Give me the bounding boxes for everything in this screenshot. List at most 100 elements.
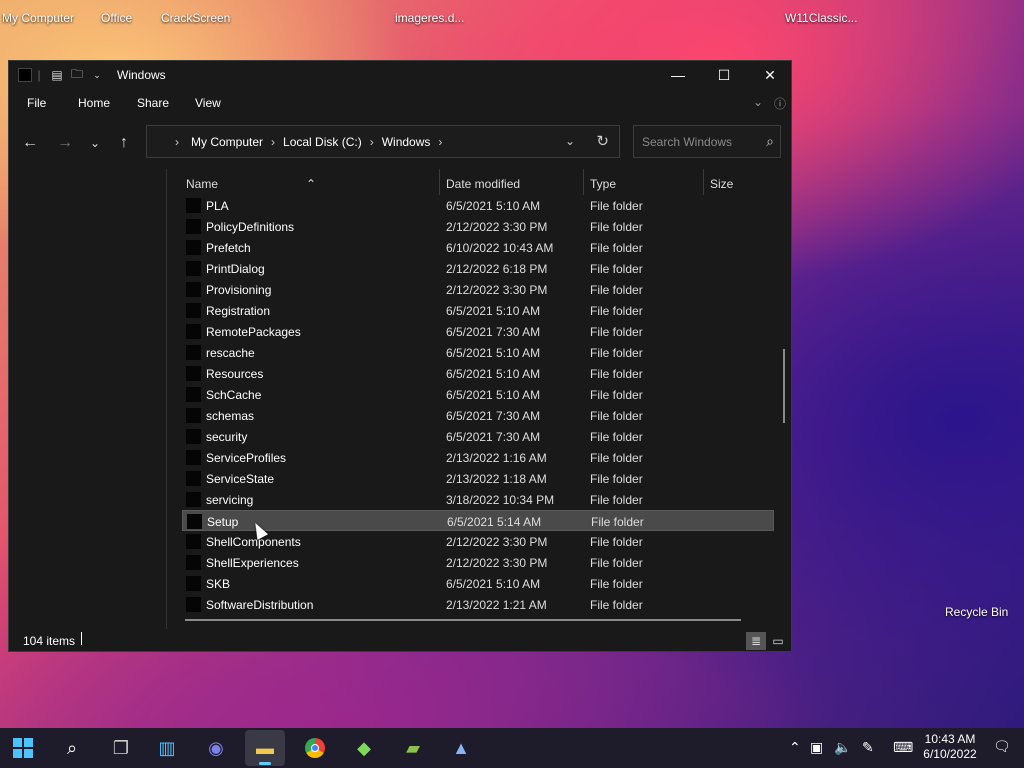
file-explorer-icon[interactable]: ▬	[245, 730, 285, 766]
minimize-button[interactable]: —	[655, 61, 701, 89]
file-type: File folder	[590, 577, 643, 591]
app-icon[interactable]: ▲	[441, 730, 481, 766]
file-date-modified: 2/12/2022 3:30 PM	[446, 556, 548, 570]
help-icon[interactable]: ⓘ	[774, 95, 786, 112]
search-icon[interactable]: ⌕	[766, 133, 774, 150]
status-divider	[81, 632, 82, 645]
system-clock[interactable]: 10:43 AM 6/10/2022	[914, 732, 986, 762]
table-row[interactable]: PolicyDefinitions 2/12/2022 3:30 PM File f…	[182, 216, 774, 237]
column-size[interactable]: Size	[710, 177, 733, 191]
folder-icon	[186, 576, 201, 591]
forward-icon[interactable]: →	[54, 132, 76, 154]
search-icon[interactable]: ⌕	[52, 730, 92, 766]
breadcrumb-my-computer[interactable]: My Computer	[191, 135, 263, 149]
breadcrumb-chevron-icon[interactable]: ›	[271, 135, 275, 149]
chat-icon[interactable]: ◉	[196, 730, 236, 766]
table-row[interactable]: Provisioning 2/12/2022 3:30 PM File folder	[182, 279, 774, 300]
column-divider[interactable]	[583, 169, 584, 195]
table-row[interactable]: schemas 6/5/2021 7:30 AM File folder	[182, 405, 774, 426]
file-name: PLA	[206, 199, 229, 213]
file-date-modified: 6/5/2021 5:10 AM	[446, 346, 541, 360]
desktop-icon-my-computer[interactable]: My Computer	[2, 11, 74, 25]
search-input[interactable]: Search Windows ⌕	[633, 125, 781, 158]
table-row[interactable]: PrintDialog 2/12/2022 6:18 PM File folder	[182, 258, 774, 279]
desktop-icon-crackscreen[interactable]: CrackScreen	[161, 11, 230, 25]
up-icon[interactable]: ↑	[113, 132, 135, 154]
column-name[interactable]: Name	[186, 177, 218, 191]
table-row[interactable]: ShellComponents 2/12/2022 3:30 PM File fol…	[182, 531, 774, 552]
menu-file[interactable]: File	[27, 96, 46, 110]
large-icons-view-icon[interactable]: ▭	[768, 632, 788, 650]
file-date-modified: 2/12/2022 3:30 PM	[446, 220, 548, 234]
table-row[interactable]: SKB 6/5/2021 5:10 AM File folder	[182, 573, 774, 594]
file-type: File folder	[590, 598, 643, 612]
file-name: schemas	[206, 409, 255, 423]
task-view-icon[interactable]: ❐	[101, 730, 141, 766]
table-row[interactable]: servicing 3/18/2022 10:34 PM File folder	[182, 489, 774, 510]
file-date-modified: 6/5/2021 5:10 AM	[446, 304, 541, 318]
desktop-icon-office[interactable]: Office	[101, 11, 132, 25]
window-title: Windows	[117, 68, 166, 82]
maximize-button[interactable]: ☐	[701, 61, 747, 89]
breadcrumb-windows[interactable]: Windows	[382, 135, 431, 149]
desktop-icon-imageres[interactable]: imageres.d...	[395, 11, 464, 25]
vertical-scrollbar[interactable]	[783, 349, 785, 423]
expand-ribbon-icon[interactable]: ⌄	[753, 95, 763, 109]
navigation-pane[interactable]	[9, 169, 167, 629]
table-row[interactable]: ServiceState 2/13/2022 1:18 AM File folder	[182, 468, 774, 489]
table-row[interactable]: SoftwareDistribution 2/13/2022 1:21 AM Fil…	[182, 594, 774, 615]
column-divider[interactable]	[439, 169, 440, 195]
chevron-up-icon[interactable]: ⌃	[789, 739, 801, 756]
table-row[interactable]: SchCache 6/5/2021 5:10 AM File folder	[182, 384, 774, 405]
file-name: ServiceState	[206, 472, 275, 486]
file-date-modified: 2/12/2022 3:30 PM	[446, 535, 548, 549]
table-row[interactable]: ShellExperiences 2/12/2022 3:30 PM File fo…	[182, 552, 774, 573]
new-folder-icon[interactable]: 🗀	[69, 67, 85, 83]
address-bar[interactable]: › My Computer › Local Disk (C:) › Window…	[146, 125, 620, 158]
breadcrumb-local-disk[interactable]: Local Disk (C:)	[283, 135, 362, 149]
horizontal-scrollbar[interactable]	[185, 619, 741, 621]
table-row[interactable]: RemotePackages 6/5/2021 7:30 AM File folde…	[182, 321, 774, 342]
keyboard-icon[interactable]: ⌨	[893, 739, 913, 756]
breadcrumb-root-chevron-icon[interactable]: ›	[175, 135, 179, 149]
desktop-icon-recycle-bin[interactable]: Recycle Bin	[945, 605, 1008, 619]
menu-view[interactable]: View	[195, 96, 221, 110]
file-date-modified: 6/5/2021 5:10 AM	[446, 388, 541, 402]
notepad-plus-icon[interactable]: ▰	[393, 730, 433, 766]
desktop-icon-w11classic[interactable]: W11Classic...	[785, 11, 857, 25]
address-dropdown-icon[interactable]: ⌄	[565, 134, 575, 148]
column-divider[interactable]	[703, 169, 704, 195]
file-explorer-window: | ▤ 🗀 ⌄ Windows — ☐ ✕ File Home Share Vi…	[8, 60, 792, 652]
volume-icon[interactable]: 🔈	[834, 739, 851, 756]
properties-icon[interactable]: ▤	[49, 67, 65, 83]
widgets-icon[interactable]: ▥	[147, 730, 187, 766]
column-type[interactable]: Type	[590, 177, 616, 191]
recent-locations-icon[interactable]: ⌄	[84, 132, 106, 154]
file-date-modified: 6/5/2021 7:30 AM	[446, 430, 541, 444]
details-view-icon[interactable]: ≣	[746, 632, 766, 650]
breadcrumb-chevron-icon[interactable]: ›	[370, 135, 374, 149]
refresh-icon[interactable]: ↻	[596, 132, 609, 150]
pen-icon[interactable]: ✎	[862, 739, 874, 756]
file-name: Resources	[206, 367, 264, 381]
chrome-icon[interactable]	[295, 730, 335, 766]
back-icon[interactable]: ←	[19, 132, 41, 154]
close-button[interactable]: ✕	[747, 61, 793, 89]
bluestacks-icon[interactable]: ◆	[344, 730, 384, 766]
menu-home[interactable]: Home	[78, 96, 110, 110]
network-icon[interactable]: ▣	[810, 739, 823, 756]
table-row[interactable]: security 6/5/2021 7:30 AM File folder	[182, 426, 774, 447]
table-row[interactable]: rescache 6/5/2021 5:10 AM File folder	[182, 342, 774, 363]
windows-start-icon[interactable]	[3, 730, 43, 766]
notification-icon[interactable]: 🗨	[993, 738, 1011, 755]
table-row[interactable]: ServiceProfiles 2/13/2022 1:16 AM File fol…	[182, 447, 774, 468]
table-row[interactable]: Setup 6/5/2021 5:14 AM File folder	[182, 510, 774, 531]
table-row[interactable]: PLA 6/5/2021 5:10 AM File folder	[182, 195, 774, 216]
table-row[interactable]: Prefetch 6/10/2022 10:43 AM File folder	[182, 237, 774, 258]
column-date-modified[interactable]: Date modified	[446, 177, 520, 191]
table-row[interactable]: Registration 6/5/2021 5:10 AM File folder	[182, 300, 774, 321]
menu-share[interactable]: Share	[137, 96, 169, 110]
breadcrumb-chevron-icon[interactable]: ›	[438, 135, 442, 149]
table-row[interactable]: Resources 6/5/2021 5:10 AM File folder	[182, 363, 774, 384]
chevron-down-icon[interactable]: ⌄	[89, 67, 105, 83]
